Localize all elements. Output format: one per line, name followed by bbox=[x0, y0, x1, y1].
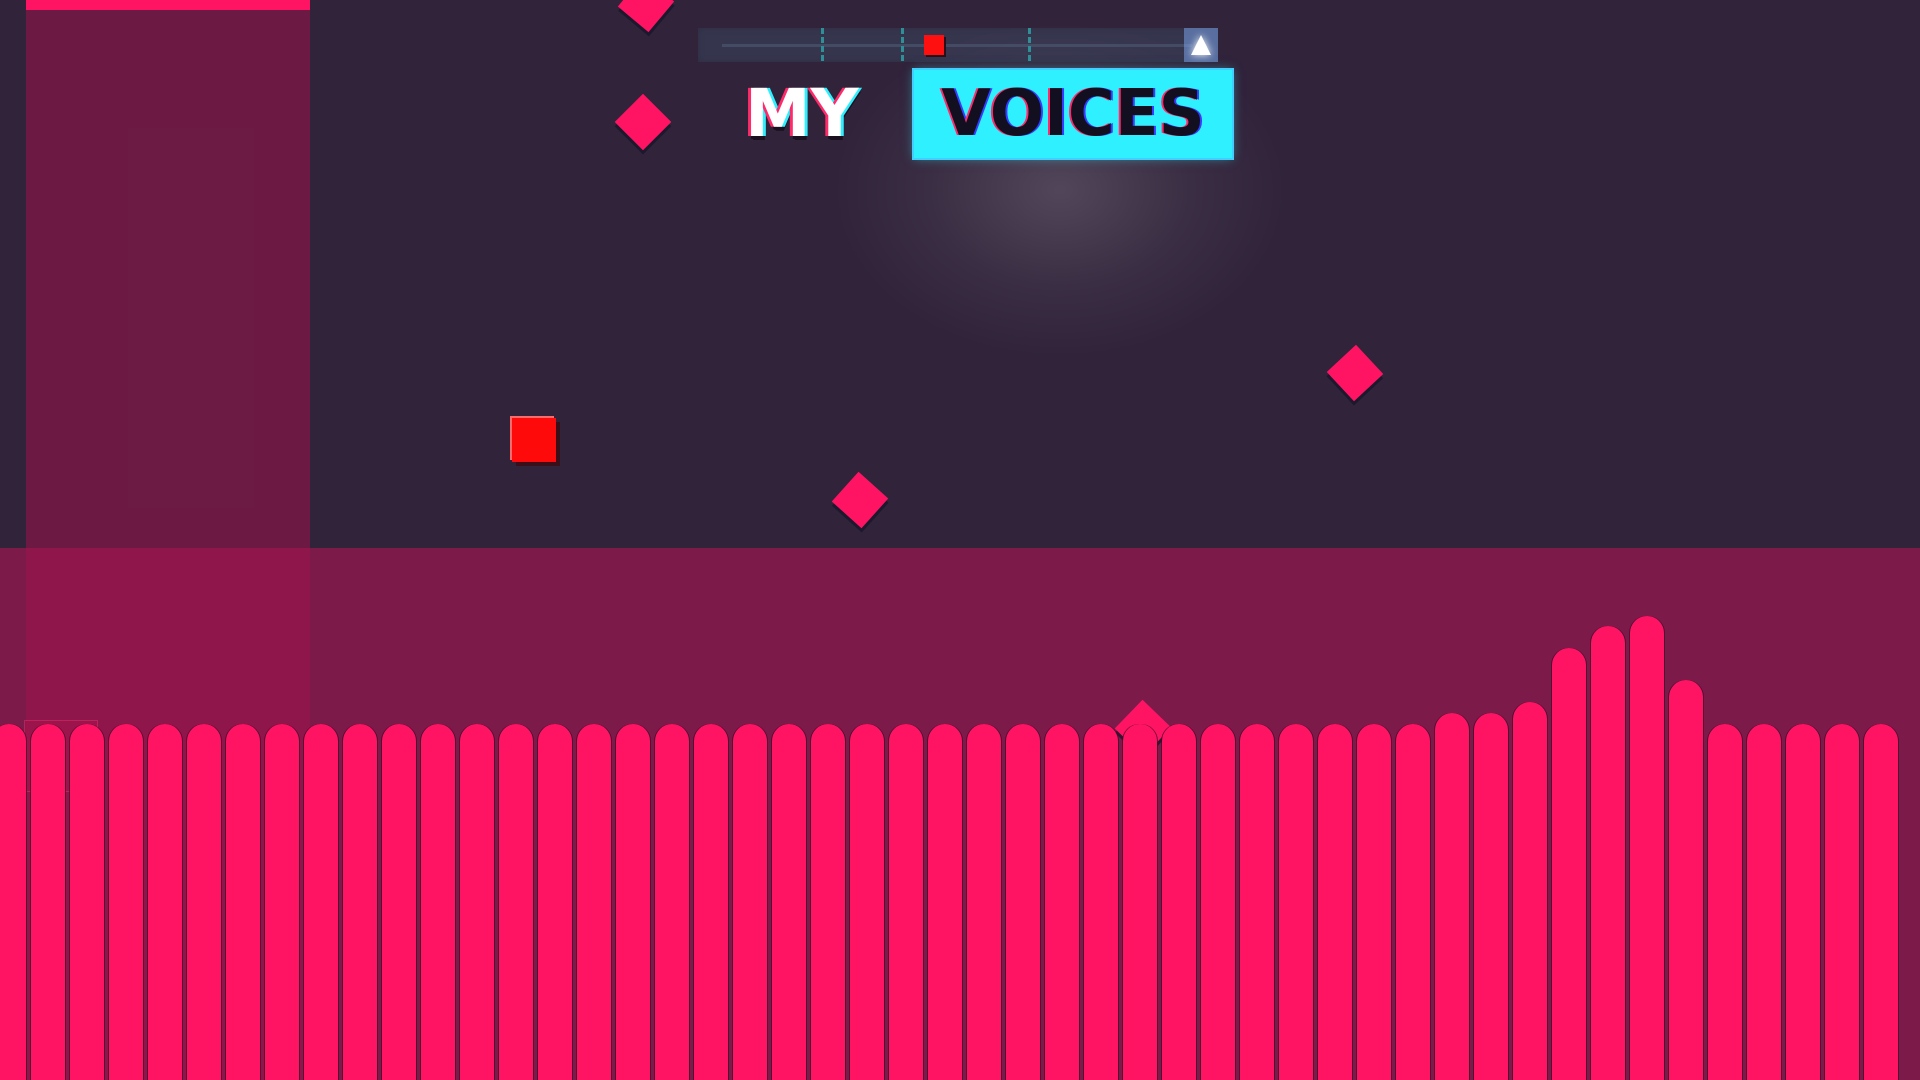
visualizer-bar bbox=[1474, 713, 1508, 1080]
visualizer-bar bbox=[1669, 680, 1703, 1080]
visualizer-bar bbox=[811, 724, 845, 1080]
visualizer-bar bbox=[1864, 724, 1898, 1080]
visualizer-bar bbox=[499, 724, 533, 1080]
visualizer-bar bbox=[1825, 724, 1859, 1080]
visualizer-bar bbox=[850, 724, 884, 1080]
visualizer-bar bbox=[70, 724, 104, 1080]
visualizer-bar bbox=[31, 724, 65, 1080]
visualizer-bar bbox=[538, 724, 572, 1080]
visualizer-bar bbox=[1279, 724, 1313, 1080]
visualizer-bar bbox=[0, 724, 26, 1080]
visualizer-bar bbox=[1513, 702, 1547, 1080]
visualizer-bar bbox=[1123, 724, 1157, 1080]
visualizer-bar bbox=[1357, 724, 1391, 1080]
visualizer-bar bbox=[1630, 616, 1664, 1080]
audio-visualizer bbox=[0, 0, 1920, 1080]
visualizer-bar bbox=[343, 724, 377, 1080]
visualizer-bar bbox=[1162, 724, 1196, 1080]
visualizer-bar bbox=[1396, 724, 1430, 1080]
visualizer-bar bbox=[304, 724, 338, 1080]
visualizer-bar bbox=[1591, 626, 1625, 1080]
visualizer-bar bbox=[889, 724, 923, 1080]
visualizer-bar bbox=[772, 724, 806, 1080]
visualizer-bar bbox=[733, 724, 767, 1080]
visualizer-bar bbox=[1084, 724, 1118, 1080]
visualizer-bar bbox=[460, 724, 494, 1080]
visualizer-bar bbox=[148, 724, 182, 1080]
visualizer-bar bbox=[1201, 724, 1235, 1080]
visualizer-bar bbox=[1747, 724, 1781, 1080]
visualizer-bar bbox=[616, 724, 650, 1080]
visualizer-bar bbox=[694, 724, 728, 1080]
visualizer-bar bbox=[1318, 724, 1352, 1080]
visualizer-bar bbox=[1240, 724, 1274, 1080]
visualizer-bar bbox=[655, 724, 689, 1080]
visualizer-bar bbox=[226, 724, 260, 1080]
visualizer-bar bbox=[1786, 724, 1820, 1080]
visualizer-bar bbox=[187, 724, 221, 1080]
visualizer-bar bbox=[928, 724, 962, 1080]
visualizer-bar bbox=[967, 724, 1001, 1080]
visualizer-bar bbox=[265, 724, 299, 1080]
visualizer-bar bbox=[1435, 713, 1469, 1080]
visualizer-bar bbox=[1006, 724, 1040, 1080]
visualizer-bar bbox=[1045, 724, 1079, 1080]
visualizer-bar bbox=[109, 724, 143, 1080]
visualizer-bar bbox=[382, 724, 416, 1080]
visualizer-bar bbox=[421, 724, 455, 1080]
visualizer-bar bbox=[1708, 724, 1742, 1080]
visualizer-bar bbox=[1552, 648, 1586, 1080]
visualizer-bar bbox=[577, 724, 611, 1080]
